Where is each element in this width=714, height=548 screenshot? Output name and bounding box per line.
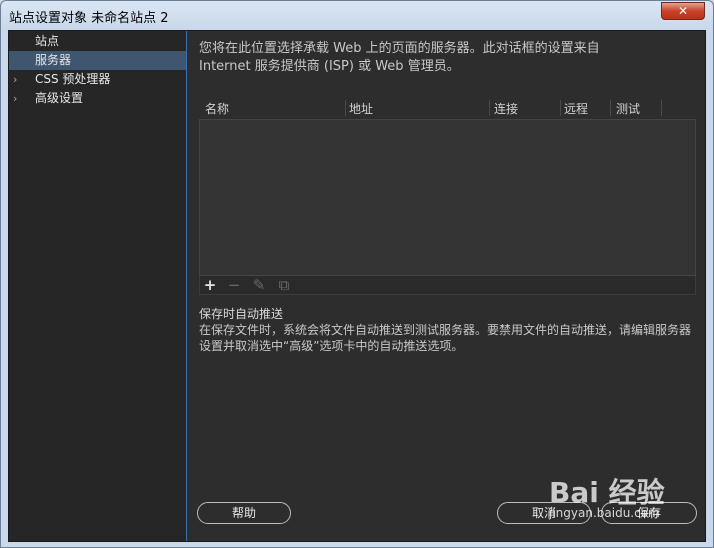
- sidebar-item-servers[interactable]: 服务器: [9, 51, 186, 70]
- sidebar: 站点 服务器 › CSS 预处理器 › 高级设置: [9, 31, 187, 541]
- sidebar-item-site[interactable]: 站点: [9, 32, 186, 51]
- chevron-right-icon[interactable]: ›: [13, 89, 17, 108]
- remove-server-icon[interactable]: −: [225, 276, 243, 294]
- sidebar-item-label: CSS 预处理器: [35, 72, 111, 86]
- sidebar-item-css-preprocessors[interactable]: › CSS 预处理器: [9, 70, 186, 89]
- server-table-body[interactable]: [199, 119, 696, 276]
- autopush-description: 在保存文件时，系统会将文件自动推送到测试服务器。要禁用文件的自动推送，请编辑服务…: [199, 323, 692, 353]
- column-header-address[interactable]: 地址: [349, 100, 373, 117]
- intro-line-1: 您将在此位置选择承载 Web 上的页面的服务器。此对话框的设置来自: [199, 41, 600, 56]
- help-button[interactable]: 帮助: [197, 502, 291, 524]
- duplicate-server-icon[interactable]: ⧉: [275, 276, 293, 294]
- column-divider: [661, 100, 662, 116]
- server-table-header: 名称 地址 连接 远程 测试: [199, 98, 696, 118]
- dialog-window: 站点设置对象 未命名站点 2 ✕ 站点 服务器 › CSS 预处理器 › 高级设…: [0, 0, 714, 548]
- server-settings-panel: 您将在此位置选择承载 Web 上的页面的服务器。此对话框的设置来自 Intern…: [187, 31, 705, 541]
- window-title: 站点设置对象 未命名站点 2: [9, 11, 169, 26]
- sidebar-item-label: 站点: [35, 34, 60, 48]
- column-header-connection[interactable]: 连接: [494, 100, 518, 117]
- column-header-testing[interactable]: 测试: [616, 100, 640, 117]
- column-divider: [610, 100, 611, 116]
- sidebar-item-label: 服务器: [35, 53, 72, 67]
- column-header-remote[interactable]: 远程: [564, 100, 588, 117]
- chevron-right-icon[interactable]: ›: [13, 70, 17, 89]
- column-header-name[interactable]: 名称: [205, 100, 229, 117]
- column-divider: [560, 100, 561, 116]
- close-button[interactable]: ✕: [661, 2, 705, 20]
- intro-line-2: Internet 服务提供商 (ISP) 或 Web 管理员。: [199, 59, 460, 74]
- watermark-url: jingyan.baidu.com: [549, 506, 660, 520]
- column-divider: [345, 100, 346, 116]
- server-table-toolbar: + − ✎ ⧉: [199, 276, 696, 295]
- watermark-logo: Bai 经验: [549, 476, 665, 509]
- title-bar[interactable]: 站点设置对象 未命名站点 2 ✕: [1, 1, 713, 29]
- intro-text: 您将在此位置选择承载 Web 上的页面的服务器。此对话框的设置来自 Intern…: [199, 40, 679, 76]
- edit-server-icon[interactable]: ✎: [250, 276, 268, 294]
- autopush-title: 保存时自动推送: [199, 307, 284, 321]
- column-divider: [489, 100, 490, 116]
- add-server-icon[interactable]: +: [201, 276, 219, 294]
- dialog-client: 站点 服务器 › CSS 预处理器 › 高级设置 您将在此位置选择承载 Web …: [8, 30, 706, 542]
- sidebar-item-advanced-settings[interactable]: › 高级设置: [9, 89, 186, 108]
- sidebar-item-label: 高级设置: [35, 91, 84, 105]
